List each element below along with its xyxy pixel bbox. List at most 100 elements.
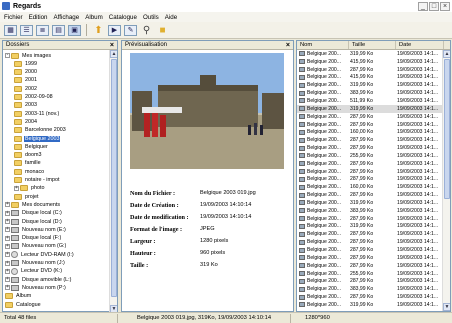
file-row[interactable]: Belgique 200... 319,99 Ko 19/09/2003 14:1.… [297,50,450,58]
tree-node[interactable]: 2004 [14,118,38,125]
file-row[interactable]: Belgique 200... 287,99 Ko 19/09/2003 14:1.… [297,176,450,184]
file-row[interactable]: Belgique 200... 287,99 Ko 19/09/2003 14:1.… [297,293,450,301]
column-nom[interactable]: Nom [297,41,349,49]
tree-node[interactable]: notaire - impot [14,177,60,184]
expand-toggle-icon[interactable]: + [5,210,10,216]
file-row[interactable]: Belgique 200... 160,00 Ko 19/09/2003 14:1.… [297,128,450,136]
tree-node[interactable]: 2002-09-08 [14,94,54,101]
tree-node[interactable]: + Nouveau nom (G:) [5,243,67,250]
file-row[interactable]: Belgique 200... 287,99 Ko 19/09/2003 14:1.… [297,121,450,129]
folders-panel-close-icon[interactable]: × [110,42,114,49]
search-icon[interactable]: ⚲ [140,25,153,36]
tree-node[interactable]: + Disque local (D:) [5,218,63,225]
folder-tree-scrollbar[interactable]: ▲ ▼ [109,50,117,313]
close-button[interactable]: × [440,1,450,11]
expand-toggle-icon[interactable]: + [5,277,10,283]
tree-node[interactable]: doom3 [14,152,42,159]
column-taille[interactable]: Taille [349,41,396,49]
tree-node[interactable]: + Mes documents [5,201,61,208]
filmstrip-view-icon[interactable]: ▤ [52,24,65,36]
list-scroll-down-icon[interactable]: ▼ [443,303,450,311]
expand-toggle-icon[interactable]: + [14,185,19,191]
thumbnails-view-icon[interactable]: ▦ [4,24,17,36]
file-row[interactable]: Belgique 200... 415,99 Ko 19/09/2003 14:1.… [297,74,450,82]
expand-toggle-icon[interactable]: + [5,252,10,258]
menu-catalogue[interactable]: Catalogue [106,14,140,21]
tree-node[interactable]: 2002 [14,85,38,92]
open-folder-icon[interactable]: ■ [156,25,169,36]
tree-node[interactable]: Catalogue [5,301,42,308]
tree-node[interactable]: Album [5,293,32,300]
file-row[interactable]: Belgique 200... 287,99 Ko 19/09/2003 14:1.… [297,238,450,246]
tree-node[interactable]: projet [14,193,40,200]
tree-node[interactable]: + photo [14,185,46,192]
expand-toggle-icon[interactable]: + [5,268,10,274]
preview-view-icon[interactable]: ▣ [68,24,81,36]
expand-toggle-icon[interactable]: - [5,53,10,58]
tree-node[interactable]: + Lecteur DVD (K:) [5,267,63,275]
file-row[interactable]: Belgique 200... 319,99 Ko 19/09/2003 14:1.… [297,81,450,89]
file-row[interactable]: Belgique 200... 287,99 Ko 19/09/2003 14:1.… [297,144,450,152]
tree-node[interactable]: - Mes images [5,52,52,59]
file-row[interactable]: Belgique 200... 383,99 Ko 19/09/2003 14:1.… [297,89,450,97]
file-row[interactable]: Belgique 200... 287,99 Ko 19/09/2003 14:1.… [297,277,450,285]
file-row[interactable]: Belgique 200... 287,99 Ko 19/09/2003 14:1.… [297,262,450,270]
menu-fichier[interactable]: Fichier [1,14,26,21]
tree-node[interactable]: 1999 [14,60,38,67]
tree-node[interactable]: + Lecteur DVD-RAM (I:) [5,251,75,259]
file-row[interactable]: Belgique 200... 383,99 Ko 19/09/2003 14:1.… [297,207,450,215]
column-date[interactable]: Date [396,41,444,49]
tree-node[interactable]: + Disque amovible (L:) [5,276,72,283]
file-row[interactable]: Belgique 200... 415,99 Ko 19/09/2003 14:1.… [297,58,450,66]
details-view-icon[interactable]: ≣ [36,24,49,36]
list-scroll-thumb[interactable] [444,59,450,199]
tree-node[interactable]: monaco [14,168,45,175]
tree-node[interactable]: 2003-11 (nov.) [14,110,60,117]
tree-node[interactable]: + Nouveau nom (E:) [5,226,67,233]
file-row[interactable]: Belgique 200... 287,99 Ko 19/09/2003 14:1.… [297,215,450,223]
file-row[interactable]: Belgique 200... 287,99 Ko 19/09/2003 14:1.… [297,254,450,262]
file-row[interactable]: Belgique 200... 160,00 Ko 19/09/2003 14:1.… [297,183,450,191]
file-row[interactable]: Belgique 200... 287,99 Ko 19/09/2003 14:1.… [297,191,450,199]
file-row[interactable]: Belgique 200... 287,99 Ko 19/09/2003 14:1.… [297,246,450,254]
folder-tree[interactable]: ▲ ▼ - Mes images 1999 2000 2001 2002 2002-09-0… [3,50,117,313]
file-row[interactable]: Belgique 200... 287,99 Ko 19/09/2003 14:1.… [297,66,450,74]
tree-node[interactable]: Belgique 2003 [14,135,61,142]
tree-node[interactable]: + Disque local (F:) [5,235,62,242]
file-row[interactable]: Belgique 200... 255,99 Ko 19/09/2003 14:1.… [297,152,450,160]
menu-edition[interactable]: Edition [26,14,51,21]
minimize-button[interactable]: _ [418,1,428,11]
scroll-thumb[interactable] [111,59,117,297]
file-row[interactable]: Belgique 200... 511,99 Ko 19/09/2003 14:1.… [297,97,450,105]
file-row[interactable]: Belgique 200... 319,99 Ko 19/09/2003 14:1.… [297,104,450,113]
expand-toggle-icon[interactable]: + [5,243,10,249]
file-row[interactable]: Belgique 200... 319,99 Ko 19/09/2003 14:1.… [297,301,450,309]
expand-toggle-icon[interactable]: + [5,235,10,241]
list-scroll-up-icon[interactable]: ▲ [443,50,450,58]
menu-album[interactable]: Album [82,14,106,21]
tree-node[interactable]: + Nouveau nom (P:) [5,284,67,291]
file-row[interactable]: Belgique 200... 287,99 Ko 19/09/2003 14:1.… [297,230,450,238]
file-row[interactable]: Belgique 200... 287,99 Ko 19/09/2003 14:1.… [297,136,450,144]
maximize-button[interactable]: □ [429,1,439,11]
tree-node[interactable]: + Disque local (C:) [5,210,63,217]
file-row[interactable]: Belgique 200... 255,99 Ko 19/09/2003 14:1.… [297,270,450,278]
tree-node[interactable]: Barcelonne 2003 [14,127,67,134]
scroll-up-icon[interactable]: ▲ [110,50,117,58]
file-list-scrollbar[interactable]: ▲ ▼ [442,50,450,311]
file-row[interactable]: Belgique 200... 287,99 Ko 19/09/2003 14:1.… [297,113,450,121]
tree-node[interactable]: 2001 [14,77,38,84]
list-view-icon[interactable]: ☰ [20,24,33,36]
tree-node[interactable]: 2003 [14,102,38,109]
tree-node[interactable]: Belgiquer [14,143,49,150]
file-row[interactable]: Belgique 200... 287,99 Ko 19/09/2003 14:1.… [297,168,450,176]
tree-node[interactable]: famille [14,160,42,167]
expand-toggle-icon[interactable]: + [5,260,10,266]
file-row[interactable]: Belgique 200... 287,99 Ko 19/09/2003 14:1.… [297,160,450,168]
file-row[interactable]: Belgique 200... 319,99 Ko 19/09/2003 14:1.… [297,199,450,207]
file-list[interactable]: ▲ ▼ Belgique 200... 319,99 Ko 19/09/2003 1… [297,50,450,311]
edit-image-icon[interactable]: ✎ [124,24,137,36]
tree-node[interactable]: 2000 [14,69,38,76]
file-row[interactable]: Belgique 200... 319,99 Ko 19/09/2003 14:1.… [297,223,450,231]
expand-toggle-icon[interactable]: + [5,285,10,291]
